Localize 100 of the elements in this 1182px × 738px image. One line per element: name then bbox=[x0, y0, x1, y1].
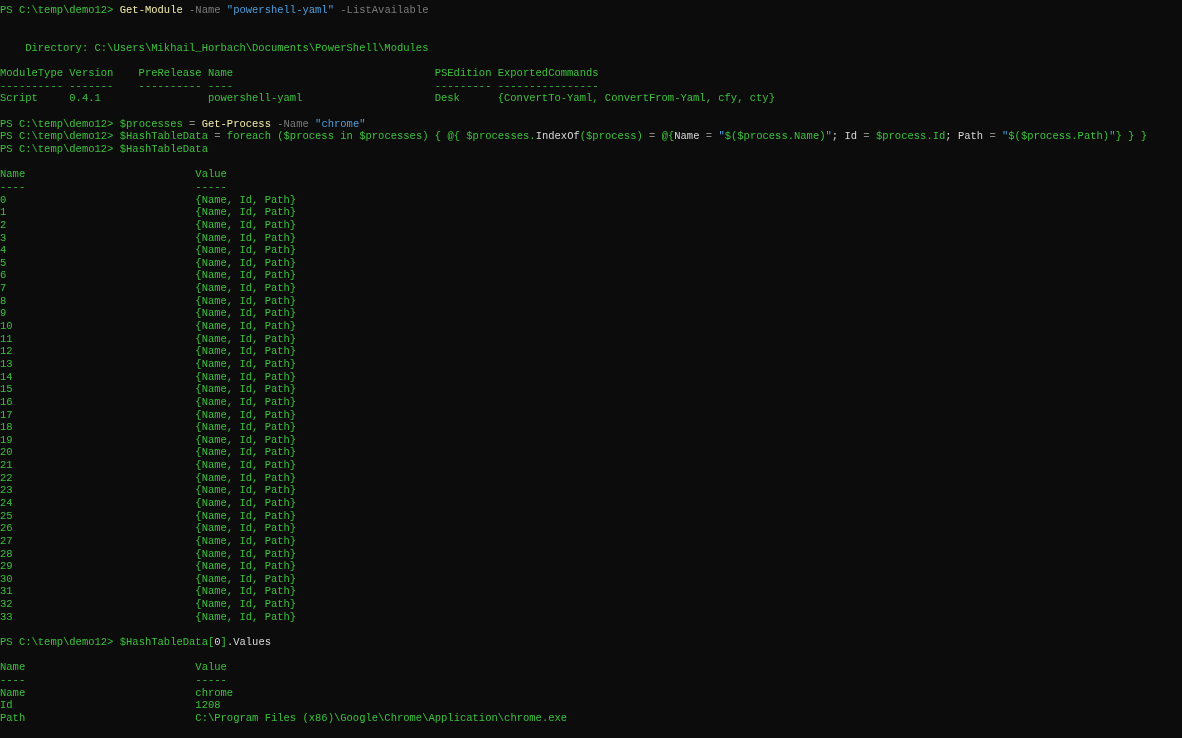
table-cell: {Name, Id, Path} bbox=[195, 345, 297, 358]
table-cell: {Name, Id, Path} bbox=[195, 218, 297, 232]
table-cell: 12 bbox=[0, 345, 13, 358]
table-cell: Script bbox=[0, 92, 38, 106]
table-cell: 25 bbox=[0, 509, 13, 523]
table-cell: {Name, Id, Path} bbox=[195, 256, 297, 270]
table-cell: {Name, Id, Path} bbox=[195, 269, 297, 283]
table-cell: {Name, Id, Path} bbox=[195, 598, 297, 611]
header-underline: ---------------- bbox=[497, 79, 599, 93]
table-cell: 0 bbox=[0, 193, 7, 207]
column-header: PreRelease bbox=[138, 67, 202, 80]
table-cell: 26 bbox=[0, 522, 13, 535]
table-cell: {Name, Id, Path} bbox=[195, 383, 297, 396]
table-cell: 17 bbox=[0, 408, 13, 422]
header-underline: ---------- bbox=[138, 79, 202, 93]
table-cell: 1 bbox=[0, 206, 7, 219]
table-cell: {Name, Id, Path} bbox=[195, 320, 297, 333]
table-cell: 5 bbox=[0, 256, 7, 270]
table-cell: {Name, Id, Path} bbox=[195, 585, 297, 599]
table-cell: 24 bbox=[0, 497, 13, 510]
header-underline: ----- bbox=[195, 673, 227, 687]
header-underline: ---- bbox=[207, 79, 234, 93]
table-cell: {Name, Id, Path} bbox=[195, 560, 297, 573]
table-cell: {Name, Id, Path} bbox=[195, 193, 297, 207]
table-cell: {Name, Id, Path} bbox=[195, 421, 297, 434]
table-cell: {Name, Id, Path} bbox=[195, 522, 297, 535]
command-line: PS C:\temp\demo12> $processes = Get-Process -Name "chrome" bbox=[0, 117, 366, 130]
table-cell: 4 bbox=[0, 244, 7, 257]
header-underline: ---------- bbox=[0, 79, 63, 93]
table-cell: 15 bbox=[0, 383, 13, 396]
command-line: PS C:\temp\demo12> Get-Module -Name "powershell-yaml" -ListAvailable bbox=[0, 4, 429, 16]
table-cell: {Name, Id, Path} bbox=[195, 294, 297, 308]
command-line: PS C:\temp\demo12> $HashTableData = foreach ($process in $processes) { @{ $processes.IndexOf($process) = @{Name = "$($process.Name)"; Id = $process.Id; Path = "$($process.Path)"} } } bbox=[0, 130, 1147, 143]
header-underline: ------- bbox=[69, 79, 114, 93]
table-cell: powershell-yaml bbox=[207, 92, 303, 106]
table-cell: 29 bbox=[0, 560, 13, 573]
table-cell: 10 bbox=[0, 320, 13, 333]
table-cell: 2 bbox=[0, 218, 7, 232]
column-header: ModuleType bbox=[0, 67, 63, 80]
table-cell: 18 bbox=[0, 421, 13, 434]
table-cell: 6 bbox=[0, 269, 7, 283]
table-cell: {Name, Id, Path} bbox=[195, 572, 297, 586]
table-cell: chrome bbox=[195, 686, 234, 700]
table-cell: {Name, Id, Path} bbox=[195, 231, 297, 245]
table-cell: {Name, Id, Path} bbox=[195, 471, 297, 485]
table-cell: {Name, Id, Path} bbox=[195, 357, 297, 371]
table-cell: {Name, Id, Path} bbox=[195, 610, 297, 624]
table-cell: {Name, Id, Path} bbox=[195, 509, 297, 523]
table-cell: {Name, Id, Path} bbox=[195, 547, 297, 561]
table-cell: 14 bbox=[0, 370, 13, 384]
table-cell: {Name, Id, Path} bbox=[195, 332, 297, 346]
table-cell: 11 bbox=[0, 332, 13, 346]
column-header: ExportedCommands bbox=[497, 67, 599, 80]
table-cell: {Name, Id, Path} bbox=[195, 370, 297, 384]
table-cell: 28 bbox=[0, 547, 13, 561]
header-underline: ---- bbox=[0, 180, 26, 194]
table-cell: 31 bbox=[0, 585, 13, 599]
table-cell: {Name, Id, Path} bbox=[195, 408, 297, 422]
table-cell: {Name, Id, Path} bbox=[195, 244, 297, 257]
column-header: Value bbox=[195, 168, 227, 181]
table-cell: 27 bbox=[0, 534, 13, 548]
table-cell: 16 bbox=[0, 395, 13, 409]
table-cell: Id bbox=[0, 699, 13, 712]
column-header: Name bbox=[0, 168, 26, 181]
table-cell: 21 bbox=[0, 459, 13, 472]
column-header: Name bbox=[207, 67, 234, 80]
table-cell: {Name, Id, Path} bbox=[195, 282, 297, 295]
table-cell: 32 bbox=[0, 598, 13, 611]
table-cell: {ConvertTo-Yaml, ConvertFrom-Yaml, cfy, cty} bbox=[497, 92, 775, 106]
table-cell: 22 bbox=[0, 471, 13, 485]
table-cell: 33 bbox=[0, 610, 13, 624]
table-cell: {Name, Id, Path} bbox=[195, 433, 297, 447]
header-underline: ----- bbox=[195, 180, 227, 194]
output-line: Directory: C:\Users\Mikhail_Horbach\Documents\PowerShell\Modules bbox=[24, 41, 429, 54]
table-cell: 7 bbox=[0, 282, 7, 295]
table-cell: Name bbox=[0, 686, 26, 700]
table-cell: 8 bbox=[0, 294, 7, 308]
table-cell: {Name, Id, Path} bbox=[195, 307, 297, 321]
table-cell: C:\Program Files (x86)\Google\Chrome\Application\chrome.exe bbox=[195, 711, 568, 725]
table-cell: {Name, Id, Path} bbox=[195, 395, 297, 409]
table-cell: {Name, Id, Path} bbox=[195, 459, 297, 472]
table-cell: 3 bbox=[0, 231, 7, 245]
table-cell: 23 bbox=[0, 484, 13, 497]
table-cell: {Name, Id, Path} bbox=[195, 497, 297, 510]
column-header: PSEdition bbox=[434, 67, 492, 80]
table-cell: {Name, Id, Path} bbox=[195, 206, 297, 219]
table-cell: {Name, Id, Path} bbox=[195, 534, 297, 548]
table-cell: Desk bbox=[434, 92, 460, 106]
header-underline: --------- bbox=[434, 79, 492, 93]
command-line: PS C:\temp\demo12> $HashTableData bbox=[0, 143, 208, 156]
table-cell: 0.4.1 bbox=[69, 92, 101, 106]
table-cell: 1208 bbox=[195, 699, 221, 712]
table-cell: {Name, Id, Path} bbox=[195, 484, 297, 497]
column-header: Name bbox=[0, 661, 26, 674]
table-cell: 9 bbox=[0, 307, 7, 321]
column-header: Version bbox=[69, 67, 114, 80]
table-cell: Path bbox=[0, 711, 26, 725]
table-cell: 13 bbox=[0, 357, 13, 371]
table-cell: {Name, Id, Path} bbox=[195, 446, 297, 460]
command-line: PS C:\temp\demo12> $HashTableData[0].Values bbox=[0, 636, 271, 649]
